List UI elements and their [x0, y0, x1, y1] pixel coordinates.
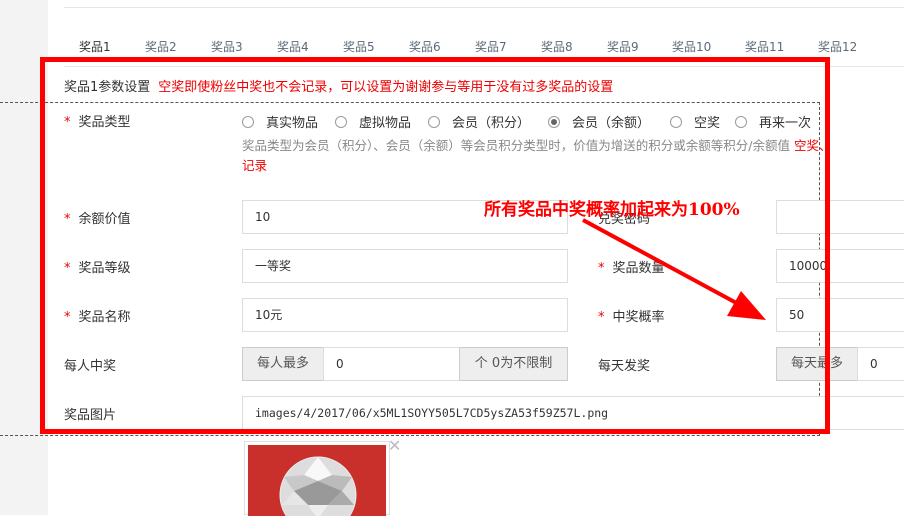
- arrow-icon: [582, 218, 766, 320]
